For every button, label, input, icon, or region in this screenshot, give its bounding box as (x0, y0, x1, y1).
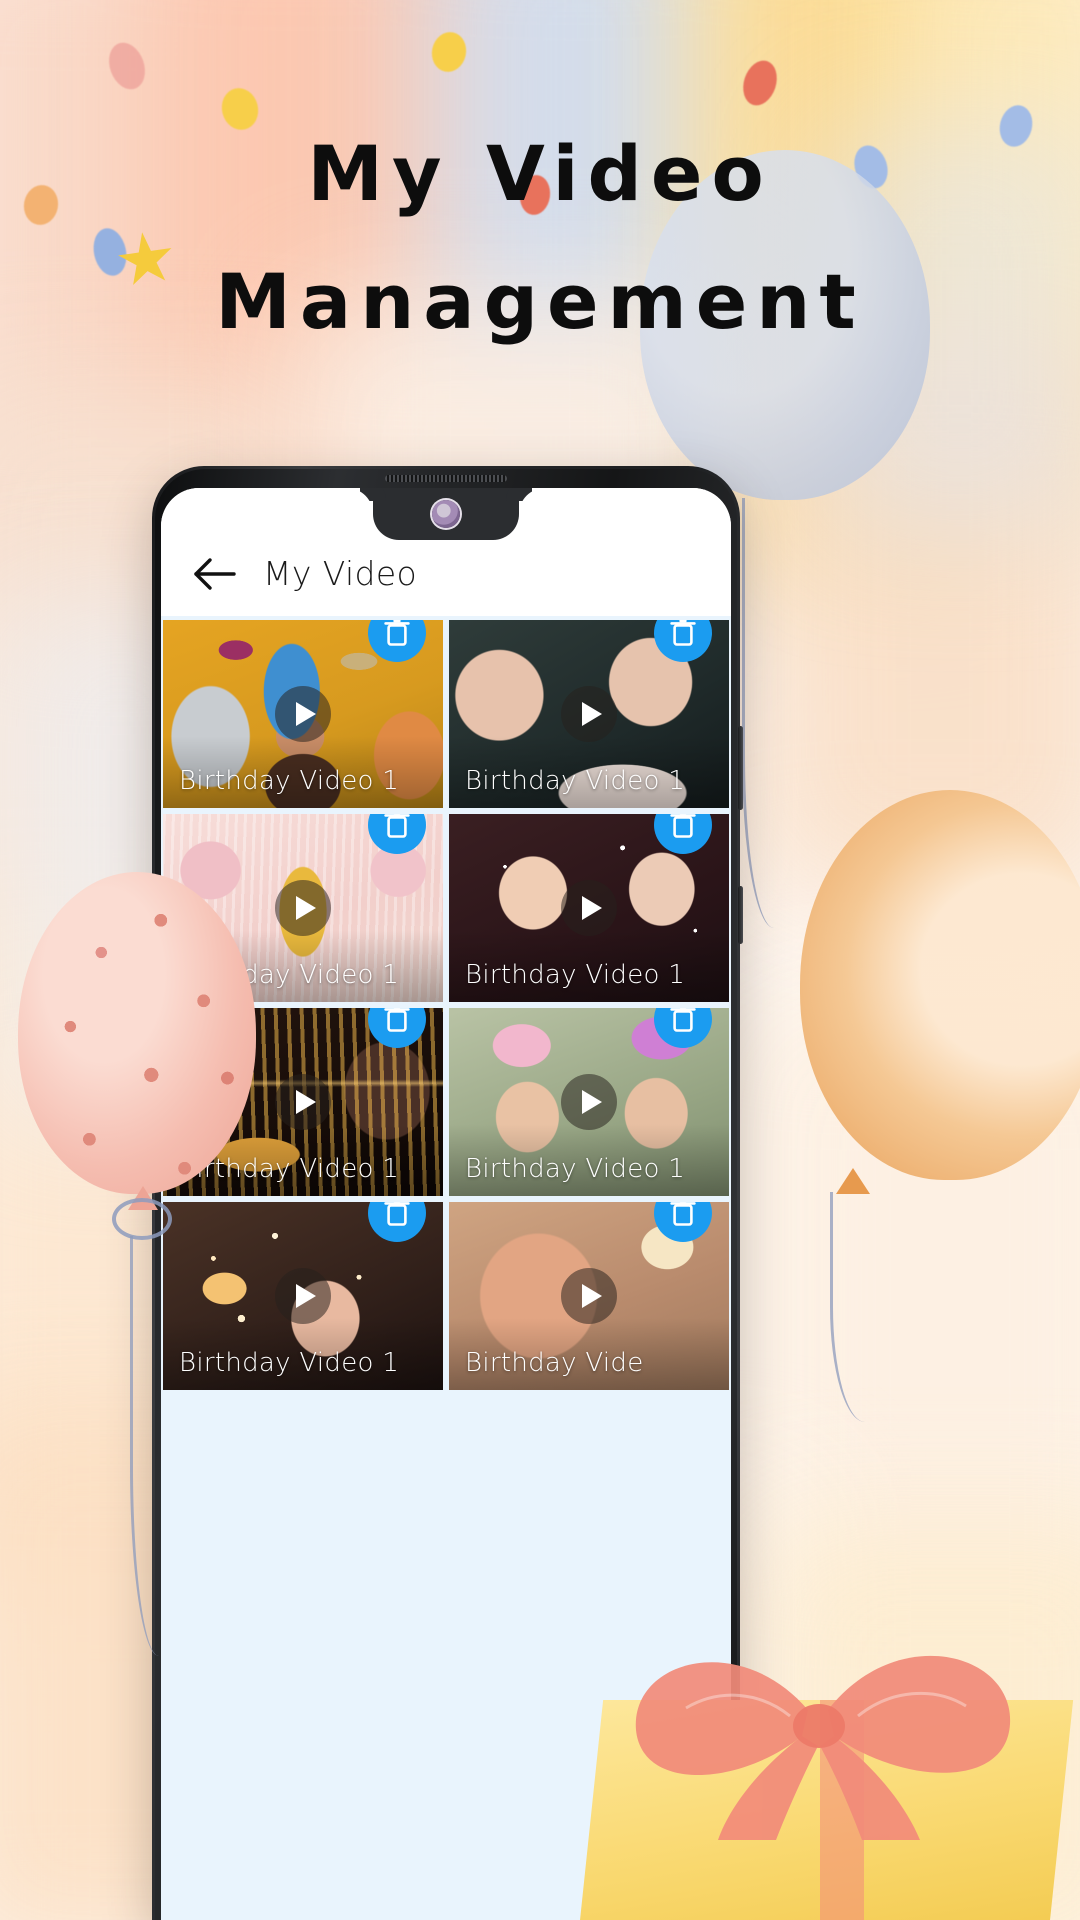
video-label: Birthday Video 1 (465, 766, 686, 796)
video-label: Birthday Vide (465, 1348, 644, 1378)
power-button[interactable] (738, 886, 743, 944)
video-card[interactable]: Birthday Vide (449, 1202, 729, 1390)
trash-icon (670, 620, 696, 646)
front-camera-icon (432, 500, 460, 528)
play-button[interactable] (275, 880, 331, 936)
play-icon (295, 1284, 316, 1308)
balloon-pink-knot-swirl (112, 1198, 172, 1240)
play-icon (581, 1090, 602, 1114)
video-card[interactable]: Birthday Video 1 (449, 814, 729, 1002)
balloon-orange-string (830, 1192, 900, 1422)
trash-icon (670, 1202, 696, 1226)
play-button[interactable] (561, 686, 617, 742)
play-icon (581, 1284, 602, 1308)
gift-bow-coral (635, 1655, 1011, 1840)
video-label: Birthday Video 1 (179, 1348, 400, 1378)
play-icon (581, 702, 602, 726)
play-icon (295, 702, 316, 726)
trash-icon (384, 620, 410, 646)
balloon-orange-overlay (800, 790, 1080, 1180)
video-card[interactable]: Birthday Video 1 (163, 1202, 443, 1390)
play-button[interactable] (275, 1268, 331, 1324)
trash-icon (384, 1202, 410, 1226)
balloon-pink-dots (18, 872, 256, 1194)
play-button[interactable] (275, 1074, 331, 1130)
play-icon (295, 1090, 316, 1114)
play-button[interactable] (561, 880, 617, 936)
video-card[interactable]: Birthday Video 1 (163, 620, 443, 808)
video-label: Birthday Video 1 (465, 960, 686, 990)
play-button[interactable] (561, 1074, 617, 1130)
trash-icon (384, 1008, 410, 1032)
trash-icon (670, 814, 696, 838)
earpiece-speaker-grille (385, 475, 507, 482)
back-button[interactable] (189, 548, 241, 600)
balloon-gray (640, 150, 930, 500)
video-label: Birthday Video 1 (179, 766, 400, 796)
play-icon (581, 896, 602, 920)
video-label: Birthday Video 1 (465, 1154, 686, 1184)
video-card[interactable]: Birthday Video 1 (449, 1008, 729, 1196)
arrow-left-icon (194, 558, 236, 590)
play-button[interactable] (275, 686, 331, 742)
play-button[interactable] (561, 1268, 617, 1324)
app-bar-title: My Video (263, 554, 418, 593)
play-icon (295, 896, 316, 920)
trash-icon (670, 1008, 696, 1032)
trash-icon (384, 814, 410, 838)
volume-button[interactable] (738, 726, 743, 810)
video-card[interactable]: Birthday Video 1 (449, 620, 729, 808)
